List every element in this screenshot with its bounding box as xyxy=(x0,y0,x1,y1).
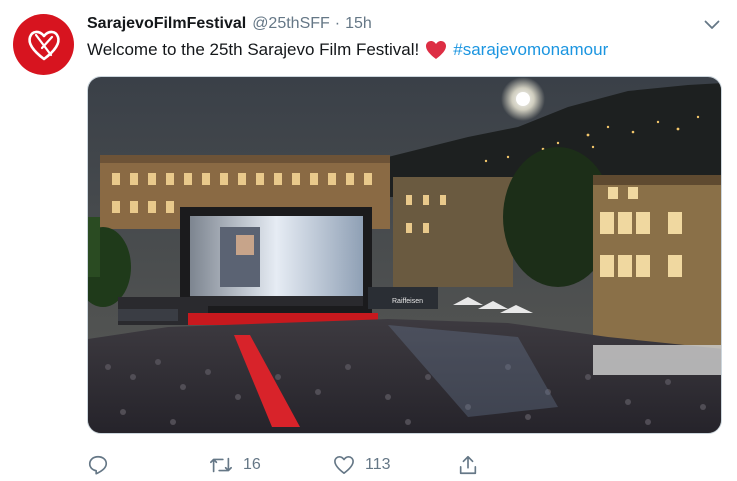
sponsor-sign: Raiffeisen xyxy=(392,298,423,305)
tweet-text: Welcome to the 25th Sarajevo Film Festiv… xyxy=(87,39,608,61)
retweet-icon xyxy=(210,457,232,473)
like-count: 113 xyxy=(365,456,391,473)
heart-icon xyxy=(334,456,354,474)
retweet-count: 16 xyxy=(243,456,261,473)
timestamp[interactable]: 15h xyxy=(345,15,372,33)
separator-dot: · xyxy=(334,15,341,32)
tweet-header: SarajevoFilmFestival @25thSFF · 15h xyxy=(87,13,372,35)
like-button[interactable]: 113 xyxy=(333,452,391,478)
reply-button[interactable] xyxy=(87,452,119,478)
retweet-button[interactable]: 16 xyxy=(209,452,261,478)
hashtag-link[interactable]: #sarajevomonamour xyxy=(453,39,608,61)
more-options-button[interactable] xyxy=(701,14,723,36)
avatar[interactable] xyxy=(13,14,74,75)
red-heart-emoji-icon xyxy=(425,40,447,60)
tweet-body: Welcome to the 25th Sarajevo Film Festiv… xyxy=(87,40,420,59)
chevron-down-icon xyxy=(704,20,720,29)
festival-heart-logo-icon xyxy=(27,30,60,60)
tweet-actions: 16 113 xyxy=(87,452,507,478)
display-name[interactable]: SarajevoFilmFestival xyxy=(87,15,246,33)
share-button[interactable] xyxy=(457,452,479,478)
share-icon xyxy=(459,455,477,475)
user-handle[interactable]: @25thSFF xyxy=(252,15,330,33)
tweet-photo[interactable]: Raiffeisen xyxy=(87,76,722,434)
reply-icon xyxy=(88,455,108,475)
outdoor-cinema-photo: Raiffeisen xyxy=(88,77,721,433)
